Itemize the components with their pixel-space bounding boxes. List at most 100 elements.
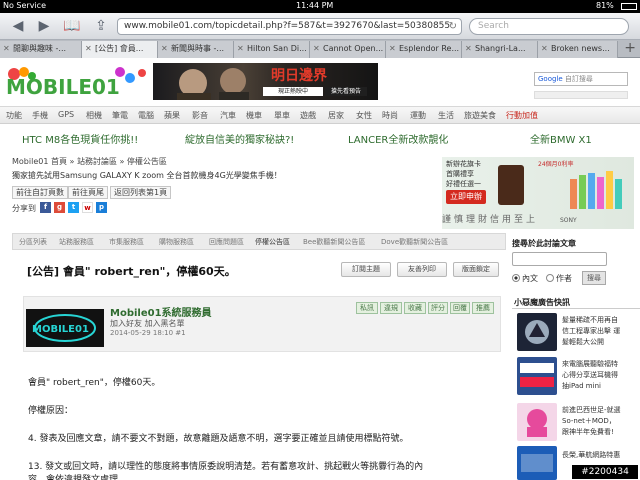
movie-banner[interactable]: 明日邊界 現正熱映中 搶先看預告	[153, 63, 378, 100]
browser-tab[interactable]: ✕ 新聞與時事 -...	[158, 41, 234, 58]
url-bar[interactable]: www.mobile01.com/topicdetail.php?f=587&t…	[117, 18, 462, 35]
forum-tab[interactable]: 分區列表	[19, 237, 47, 247]
search-input[interactable]: Search	[469, 18, 629, 35]
close-icon[interactable]: ✕	[3, 41, 10, 57]
close-icon[interactable]: ✕	[237, 41, 244, 57]
nav-item[interactable]: 影音	[192, 110, 208, 121]
close-icon[interactable]: ✕	[85, 41, 92, 57]
facebook-icon[interactable]: f	[40, 202, 51, 213]
nav-item[interactable]: 筆電	[112, 110, 128, 121]
nav-item[interactable]: 蘋果	[164, 110, 180, 121]
nav-item[interactable]: 旅遊美食	[464, 110, 496, 121]
news-item[interactable]: 來電腦展聽驗福特 心得分享送耳機得 抽iPad mini	[562, 359, 640, 392]
back-to-list-button[interactable]: 返回列表第1頁	[110, 186, 172, 199]
forum-tab[interactable]: 購物服務區	[159, 237, 194, 247]
notice-link[interactable]: 獨家搶先試用Samsung GALAXY K zoom 全台首款機身4G光學變焦…	[12, 170, 282, 181]
nav-item[interactable]: 生活	[438, 110, 454, 121]
browser-tab[interactable]: ✕ Shangri-La...	[462, 41, 538, 58]
pm-button[interactable]: 私訊	[356, 302, 378, 314]
nav-item[interactable]: 居家	[328, 110, 344, 121]
goto-page-button[interactable]: 前往自訂頁數	[12, 186, 68, 199]
news-item[interactable]: 前進巴西世足-就選 So-net＋MOD， 跟神半年免費看!	[562, 405, 640, 438]
forum-tab[interactable]: 市集服務區	[109, 237, 144, 247]
close-icon[interactable]: ✕	[313, 41, 320, 57]
nav-item[interactable]: GPS	[58, 110, 74, 119]
reload-icon[interactable]: ↻	[449, 19, 457, 34]
avatar[interactable]: MOBILE01	[26, 309, 104, 347]
site-logo[interactable]: MOBILE01	[2, 64, 152, 100]
close-icon[interactable]: ✕	[161, 41, 168, 57]
nav-item-highlight[interactable]: 行動加值	[506, 110, 538, 121]
lock-button[interactable]: 版面鎖定	[453, 262, 499, 277]
new-tab-icon[interactable]: +	[624, 40, 636, 57]
forum-tab[interactable]: 站務服務區	[59, 237, 94, 247]
weibo-icon[interactable]: w	[82, 202, 93, 213]
close-icon[interactable]: ✕	[541, 41, 548, 57]
radio-content[interactable]: 內文	[512, 273, 538, 284]
browser-tab[interactable]: ✕ Broken news...	[538, 41, 618, 58]
author-name[interactable]: Mobile01系統服務員	[110, 304, 212, 319]
subscribe-button[interactable]: 訂閱主題	[341, 262, 391, 277]
nav-item[interactable]: 運動	[410, 110, 426, 121]
report-button[interactable]: 違規	[380, 302, 402, 314]
carrier-label: No Service	[3, 1, 46, 10]
breadcrumb[interactable]: Mobile01 首頁 » 站務討論區 » 停權公告區	[12, 156, 167, 167]
recommend-button[interactable]: 推薦	[472, 302, 494, 314]
nav-item[interactable]: 單車	[274, 110, 290, 121]
bookmarks-icon[interactable]: 📖	[62, 18, 82, 34]
close-icon[interactable]: ✕	[389, 41, 396, 57]
nav-item[interactable]: 手機	[32, 110, 48, 121]
banner-cta[interactable]: 搶先看預告	[325, 87, 367, 96]
nav-item[interactable]: 相機	[86, 110, 102, 121]
back-icon[interactable]: ◀	[8, 18, 28, 34]
forum-tab[interactable]: Dove歡聽新聞公告區	[381, 237, 448, 247]
nav-item[interactable]: 遊戲	[300, 110, 316, 121]
news-thumb[interactable]	[517, 446, 557, 480]
share-label: 分享到	[12, 204, 36, 213]
nav-item[interactable]: 女性	[356, 110, 372, 121]
promo-link[interactable]: LANCER全新改款靚化	[348, 131, 448, 146]
google-plus-icon[interactable]: g	[54, 202, 65, 213]
news-thumb[interactable]	[517, 403, 557, 441]
browser-tab[interactable]: ✕ Esplendor Re...	[386, 41, 462, 58]
news-thumb[interactable]	[517, 313, 557, 351]
ad-cta-button[interactable]: 立即申辦	[446, 190, 486, 204]
promo-link[interactable]: 綻放自信美的獨家秘訣?!	[185, 131, 294, 146]
forum-tab-active[interactable]: 停權公告區	[255, 237, 290, 247]
nav-item[interactable]: 電腦	[138, 110, 154, 121]
nav-item[interactable]: 汽車	[220, 110, 236, 121]
nav-item[interactable]: 機車	[246, 110, 262, 121]
share-icon[interactable]: ⇪	[91, 18, 111, 34]
author-links[interactable]: 加入好友 加入黑名單	[110, 318, 185, 329]
promo-link[interactable]: 全新BMW X1	[530, 131, 592, 146]
close-icon[interactable]: ✕	[465, 41, 472, 57]
browser-tab[interactable]: ✕ Cannot Open...	[310, 41, 386, 58]
radio-author[interactable]: 作者	[546, 273, 572, 284]
favorite-button[interactable]: 收藏	[404, 302, 426, 314]
nav-item[interactable]: 功能	[6, 110, 22, 121]
promo-link[interactable]: HTC M8各色現貨任你挑!!	[22, 131, 138, 146]
browser-tab[interactable]: ✕ 閒聊與趣味 -...	[0, 41, 82, 58]
browser-tab[interactable]: ✕ Hilton San Di...	[234, 41, 310, 58]
browser-tab-active[interactable]: ✕ [公告] 會員...	[82, 41, 158, 58]
google-search-input[interactable]: Google 自訂搜尋	[534, 72, 628, 86]
rate-button[interactable]: 評分	[428, 302, 448, 314]
mini-ad[interactable]	[534, 91, 628, 99]
forum-tab[interactable]: Bee歡聽新聞公告區	[303, 237, 365, 247]
news-thumb[interactable]	[517, 357, 557, 395]
forum-tab[interactable]: 回應問題區	[209, 237, 244, 247]
nav-item[interactable]: 時尚	[382, 110, 398, 121]
forward-icon[interactable]: ▶	[34, 18, 54, 34]
print-button[interactable]: 友善列印	[397, 262, 447, 277]
right-ad[interactable]: 新辦花旗卡 首購禮享 好禮任選一 立即申辦 24個月0利率 SONY 謹慎理財信…	[442, 157, 634, 229]
goto-end-button[interactable]: 前往頁尾	[68, 186, 108, 199]
news-item[interactable]: 長榮,華航網路特惠	[562, 450, 640, 461]
thread-search-input[interactable]	[512, 252, 607, 266]
reply-button[interactable]: 回覆	[450, 302, 470, 314]
news-item[interactable]: 髮量稀疏不用再自 信工程專家出擊 運髮輕鬆大公開	[562, 315, 640, 348]
plurk-icon[interactable]: p	[96, 202, 107, 213]
twitter-icon[interactable]: t	[68, 202, 79, 213]
thread-search-button[interactable]: 搜尋	[582, 271, 606, 285]
radio-selected-icon	[512, 274, 520, 282]
battery-icon	[621, 3, 637, 10]
